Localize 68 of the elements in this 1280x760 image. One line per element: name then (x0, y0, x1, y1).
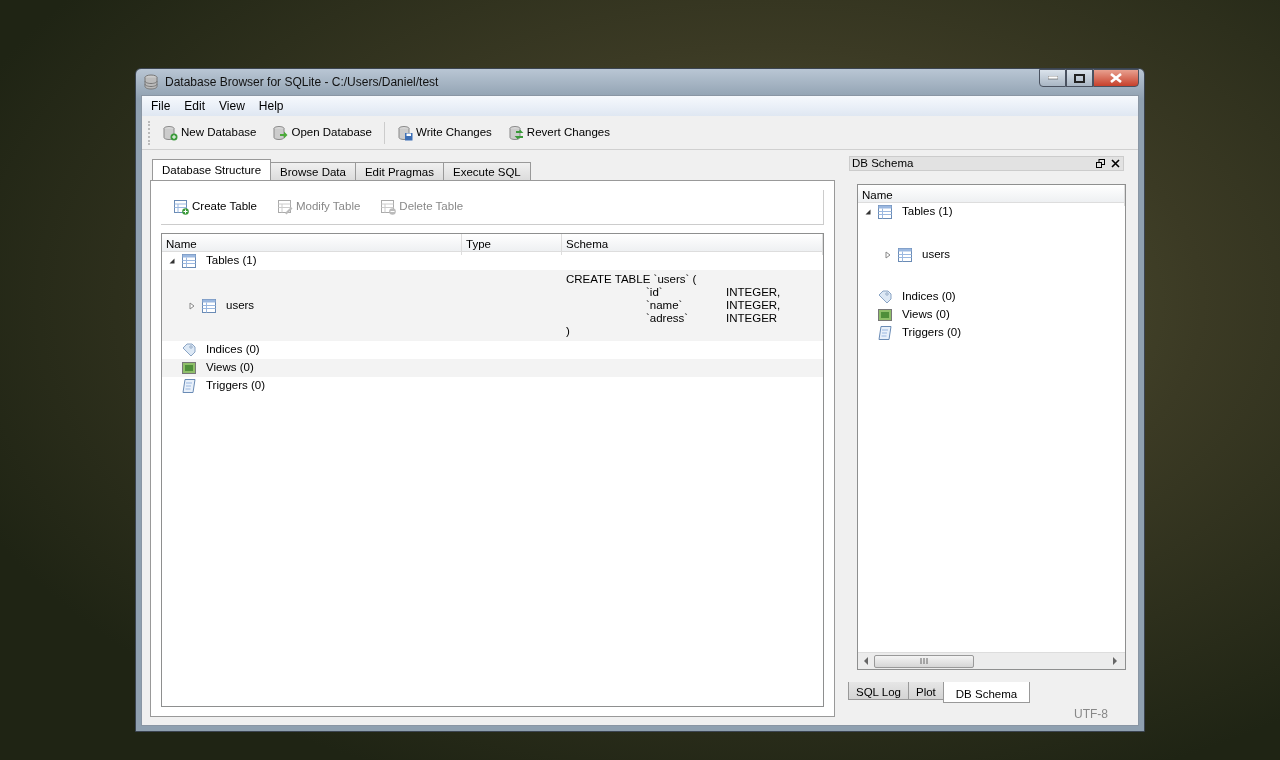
column-header[interactable]: Schema (562, 234, 823, 256)
tab[interactable]: Execute SQL (442, 162, 531, 180)
float-icon[interactable] (1096, 159, 1105, 168)
tab[interactable]: Database Structure (152, 159, 272, 180)
horizontal-scrollbar[interactable] (858, 652, 1125, 669)
toolbar-action[interactable]: Write Changes (391, 121, 498, 144)
table-plus-icon (173, 199, 189, 215)
table-minus-icon (380, 199, 397, 215)
close-icon[interactable] (1111, 159, 1120, 168)
expand-arrow-icon[interactable] (188, 301, 196, 310)
schema-field-name: `name` (646, 299, 684, 312)
scroll-icon (877, 325, 893, 341)
database-plus-icon (162, 124, 178, 141)
schema-field-name: `id` (646, 286, 664, 299)
schema-field-name: `adress` (646, 312, 690, 325)
tab[interactable]: DB Schema (942, 682, 1031, 703)
table-icon (877, 204, 893, 220)
collapse-arrow-icon[interactable] (168, 257, 176, 265)
table-icon (897, 246, 913, 263)
tree-item-label[interactable]: Views (0) (202, 359, 254, 377)
tag-icon (181, 342, 197, 358)
tree-item-label[interactable]: Triggers (0) (898, 324, 961, 342)
tree-item-label[interactable]: users (918, 245, 951, 264)
tree-item-label[interactable]: Views (0) (898, 306, 950, 324)
expand-arrow-icon[interactable] (884, 250, 892, 259)
toolbar-action[interactable]: Revert Changes (501, 121, 616, 144)
toolbar-action[interactable]: Open Database (266, 121, 378, 144)
tab[interactable]: Edit Pragmas (354, 162, 444, 180)
tree-item-label[interactable]: Indices (0) (898, 288, 956, 306)
window-title: Database Browser for SQLite - C:/Users/Daniel/test (165, 74, 439, 91)
schema-field-type: INTEGER (726, 312, 779, 325)
menu-item[interactable]: Help (251, 97, 291, 115)
tab[interactable]: Plot (907, 682, 944, 700)
database-arrow-icon (272, 124, 289, 141)
picture-icon (877, 307, 893, 323)
minimize-icon (1047, 76, 1058, 80)
database-arrows-icon (507, 124, 524, 141)
maximize-button[interactable] (1066, 69, 1093, 87)
maximize-icon (1074, 73, 1085, 83)
table-pencil-icon (277, 199, 293, 215)
tree-item-label[interactable]: Indices (0) (202, 341, 260, 359)
close-button[interactable] (1093, 69, 1139, 87)
minimize-button[interactable] (1039, 69, 1066, 87)
tag-icon (877, 289, 893, 305)
tree-item-label[interactable]: Triggers (0) (202, 377, 265, 395)
database-icon (143, 74, 159, 90)
close-icon (1110, 73, 1122, 83)
schema-text: ) (566, 325, 571, 338)
toolbar-action[interactable]: Create Table (167, 196, 263, 218)
schema-field-type: INTEGER, (726, 299, 782, 312)
schema-field-type: INTEGER, (726, 286, 782, 299)
menu-item[interactable]: Edit (177, 97, 213, 115)
table-icon (181, 253, 197, 269)
tree-item-label[interactable]: users (222, 296, 255, 315)
tab[interactable]: SQL Log (848, 682, 909, 700)
menu-item[interactable]: File (144, 97, 178, 115)
scrollbar-thumb[interactable] (874, 654, 974, 668)
toolbar-action[interactable]: New Database (156, 121, 263, 144)
collapse-arrow-icon[interactable] (864, 208, 872, 216)
scroll-icon (181, 378, 197, 394)
menu-item[interactable]: View (212, 97, 252, 115)
picture-icon (181, 360, 197, 376)
encoding-label: UTF-8 (1074, 706, 1108, 723)
column-header[interactable]: Type (462, 234, 562, 256)
tab[interactable]: Browse Data (270, 162, 356, 180)
schema-text: CREATE TABLE `users` ( (566, 273, 698, 286)
table-icon (201, 297, 217, 314)
dock-title: DB Schema (852, 155, 914, 171)
